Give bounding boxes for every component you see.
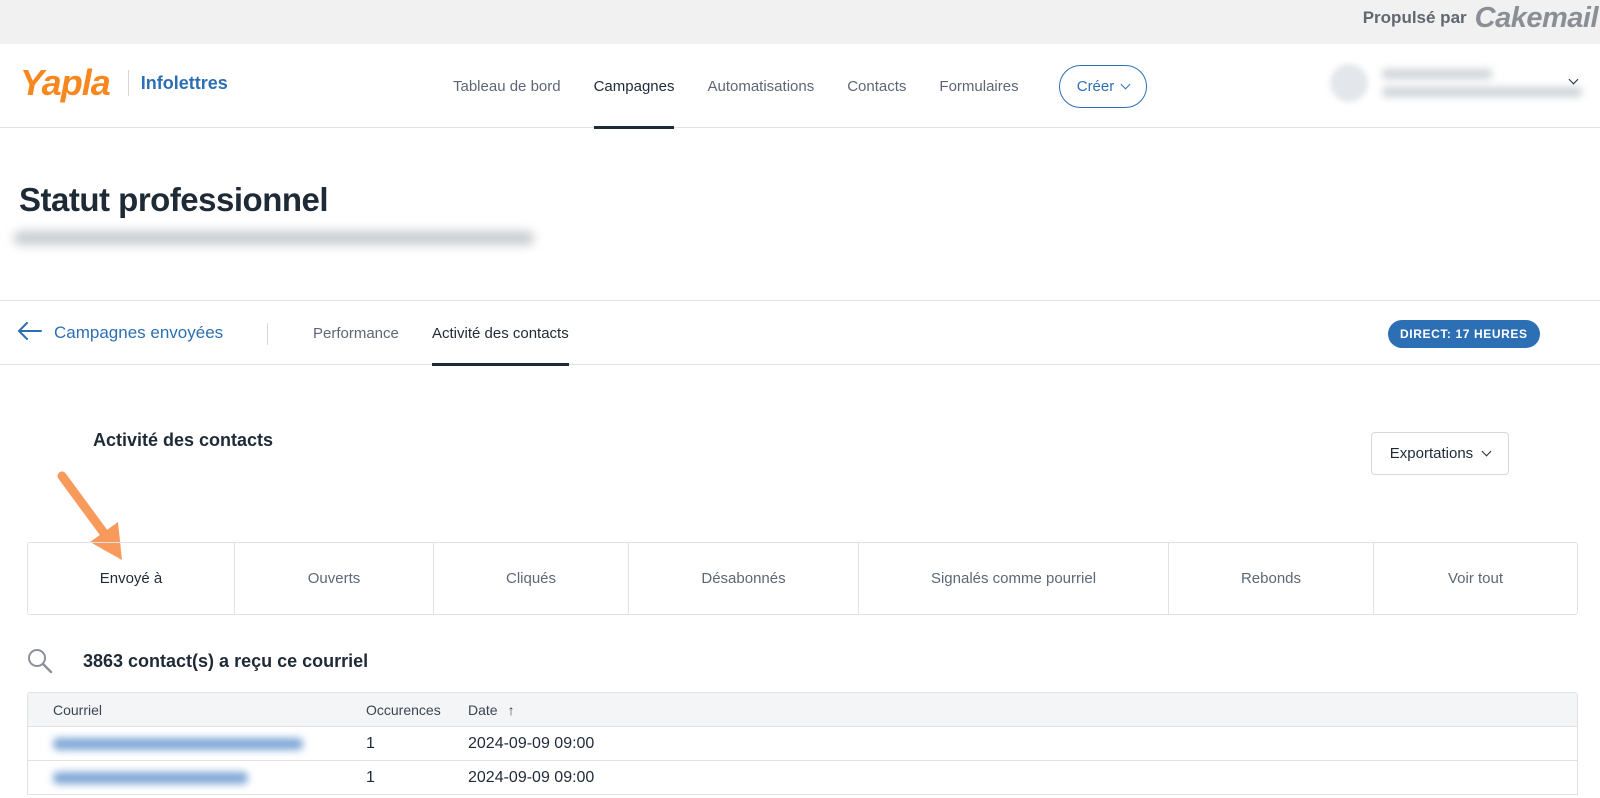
chevron-down-icon (1120, 79, 1131, 90)
nav-item-dashboard[interactable]: Tableau de bord (453, 44, 561, 128)
column-date-label: Date (468, 701, 498, 718)
filter-opened[interactable]: Ouverts (235, 543, 434, 614)
nav-item-automations[interactable]: Automatisations (707, 44, 814, 128)
page-subtitle-redacted (14, 231, 534, 245)
filter-clicked[interactable]: Cliqués (434, 543, 629, 614)
create-button-label: Créer (1076, 78, 1115, 95)
section-title: Activité des contacts (93, 430, 274, 450)
email-redacted (53, 737, 303, 750)
filter-view-all[interactable]: Voir tout (1374, 543, 1577, 614)
tab-performance[interactable]: Performance (313, 301, 399, 365)
campaign-subnav: Campagnes envoyées Performance Activité … (0, 301, 1600, 366)
main-navbar: Yapla Infolettres Tableau de bord Campag… (0, 44, 1600, 129)
table-header: Courriel Occurences Date ↑ (28, 693, 1577, 727)
filter-marked-spam[interactable]: Signalés comme pourriel (859, 543, 1169, 614)
occurrences-cell: 1 (366, 734, 375, 752)
filter-sent-to[interactable]: Envoyé à (28, 543, 235, 614)
user-info-redacted (1382, 69, 1582, 97)
contacts-table: Courriel Occurences Date ↑ 1 2024-09-09 … (27, 692, 1578, 795)
page-header: Statut professionnel (0, 128, 1600, 301)
recipient-count: 3863 contact(s) a reçu ce courriel (83, 650, 369, 671)
column-email[interactable]: Courriel (28, 702, 366, 718)
powered-by-bar: Propulsé par Cakemail (0, 0, 1600, 44)
avatar (1330, 64, 1368, 102)
user-menu[interactable] (1330, 64, 1582, 102)
email-cell[interactable] (28, 737, 366, 750)
date-cell: 2024-09-09 09:00 (468, 734, 595, 752)
powered-by: Propulsé par Cakemail (1363, 0, 1600, 36)
search-icon[interactable] (27, 648, 53, 674)
email-redacted (53, 771, 248, 784)
exports-label: Exportations (1389, 445, 1474, 462)
date-cell: 2024-09-09 09:00 (468, 768, 595, 786)
primary-nav: Tableau de bord Campagnes Automatisation… (453, 44, 1052, 129)
create-button[interactable]: Créer (1059, 65, 1147, 108)
cakemail-logo: Cakemail (1474, 1, 1599, 34)
sort-ascending-icon[interactable]: ↑ (508, 702, 515, 718)
filter-bounces[interactable]: Rebonds (1169, 543, 1374, 614)
yapla-logo[interactable]: Yapla (20, 62, 111, 104)
subnav-divider (267, 323, 268, 345)
table-row[interactable]: 1 2024-09-09 09:00 (28, 727, 1577, 761)
product-name[interactable]: Infolettres (141, 73, 228, 94)
live-status-badge: DIRECT: 17 HEURES (1388, 320, 1540, 348)
powered-by-label: Propulsé par (1362, 8, 1467, 27)
column-date[interactable]: Date ↑ (468, 702, 1577, 718)
arrow-left-icon (18, 321, 42, 345)
column-occurrences[interactable]: Occurences (366, 702, 468, 718)
brand[interactable]: Yapla Infolettres (20, 62, 228, 104)
exports-dropdown-button[interactable]: Exportations (1371, 432, 1509, 475)
nav-item-forms[interactable]: Formulaires (939, 44, 1018, 128)
search-row: 3863 contact(s) a reçu ce courriel (27, 648, 368, 674)
occurrences-cell: 1 (366, 768, 375, 786)
nav-item-contacts[interactable]: Contacts (847, 44, 906, 128)
tab-contact-activity[interactable]: Activité des contacts (432, 301, 569, 366)
filter-unsubscribed[interactable]: Désabonnés (629, 543, 859, 614)
back-to-sent-campaigns-link[interactable]: Campagnes envoyées (18, 301, 223, 365)
page-title: Statut professionnel (19, 181, 329, 218)
nav-item-campaigns[interactable]: Campagnes (593, 44, 674, 129)
back-link-label: Campagnes envoyées (54, 323, 224, 342)
chevron-down-icon (1481, 446, 1492, 457)
email-cell[interactable] (28, 771, 366, 784)
activity-filter-tabs: Envoyé à Ouverts Cliqués Désabonnés Sign… (27, 542, 1578, 615)
brand-divider (127, 70, 129, 96)
table-row[interactable]: 1 2024-09-09 09:00 (28, 761, 1577, 795)
